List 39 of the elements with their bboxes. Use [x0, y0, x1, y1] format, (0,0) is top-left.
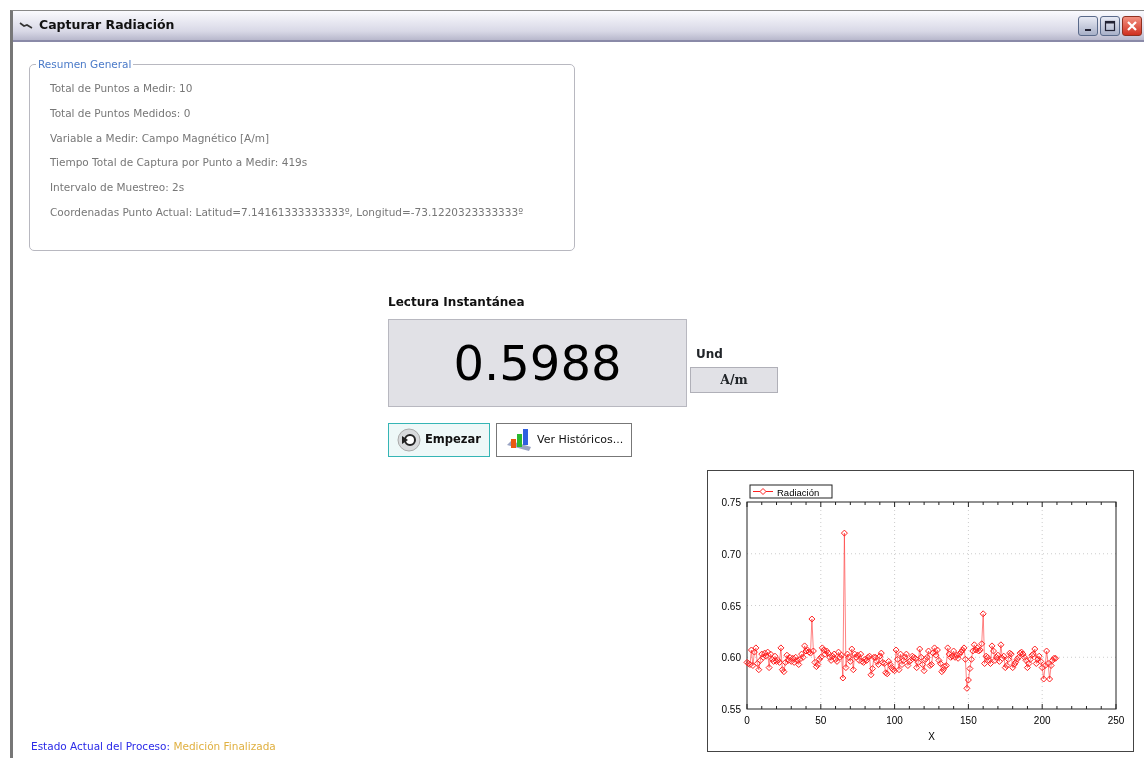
x-tick-label: 200	[1033, 715, 1051, 726]
unit-display: A/m	[690, 367, 778, 393]
x-tick-label: 250	[1107, 715, 1125, 726]
y-tick-label: 0.75	[721, 497, 741, 508]
window-title: Capturar Radiación	[39, 16, 175, 35]
close-icon	[1126, 19, 1138, 32]
chart-legend: Radiación	[749, 484, 833, 499]
y-tick-label: 0.65	[721, 600, 741, 612]
summary-line: Tiempo Total de Captura por Punto a Medir: 419s	[50, 155, 309, 170]
history-button[interactable]: Ver Históricos...	[496, 423, 633, 457]
summary-line: Variable a Medir: Campo Magnético [A/m]	[50, 130, 271, 145]
status-value: Medición Finalizada	[173, 740, 276, 753]
reading-title: Lectura Instantánea	[388, 294, 526, 311]
x-tick-label: 50	[815, 715, 827, 726]
maximize-button[interactable]	[1100, 15, 1120, 36]
status-label: Estado Actual del Proceso:	[31, 740, 171, 753]
unit-label: Und	[696, 346, 724, 363]
maximize-icon	[1104, 19, 1116, 32]
x-tick-label: 150	[960, 715, 977, 726]
summary-line: Intervalo de Muestreo: 2s	[50, 180, 186, 195]
reading-display: 0.5988	[388, 319, 687, 407]
x-tick-label: 0	[744, 715, 750, 726]
summary-line: Coordenadas Punto Actual: Latitud=7.14161333333333º, Longitud=-73.1220323333333º	[50, 205, 525, 219]
bar-chart-icon	[505, 427, 533, 453]
window-app-icon	[19, 20, 33, 31]
play-record-icon	[397, 428, 421, 452]
minimize-icon	[1085, 28, 1091, 31]
y-tick-label: 0.60	[721, 652, 741, 664]
summary-line: Total de Puntos a Medir: 10	[50, 81, 194, 95]
y-tick-label: 0.55	[721, 704, 741, 715]
x-tick-label: 100	[886, 715, 903, 726]
group-legend: Resumen General	[36, 57, 134, 71]
minimize-button[interactable]	[1078, 15, 1098, 36]
summary-line: Total de Puntos Medidos: 0	[50, 105, 192, 120]
close-button[interactable]	[1122, 15, 1142, 36]
legend-label: Radiación	[777, 486, 820, 498]
start-button[interactable]: Empezar	[388, 423, 490, 457]
y-tick-label: 0.70	[721, 548, 741, 560]
x-axis-label: X	[928, 731, 935, 742]
